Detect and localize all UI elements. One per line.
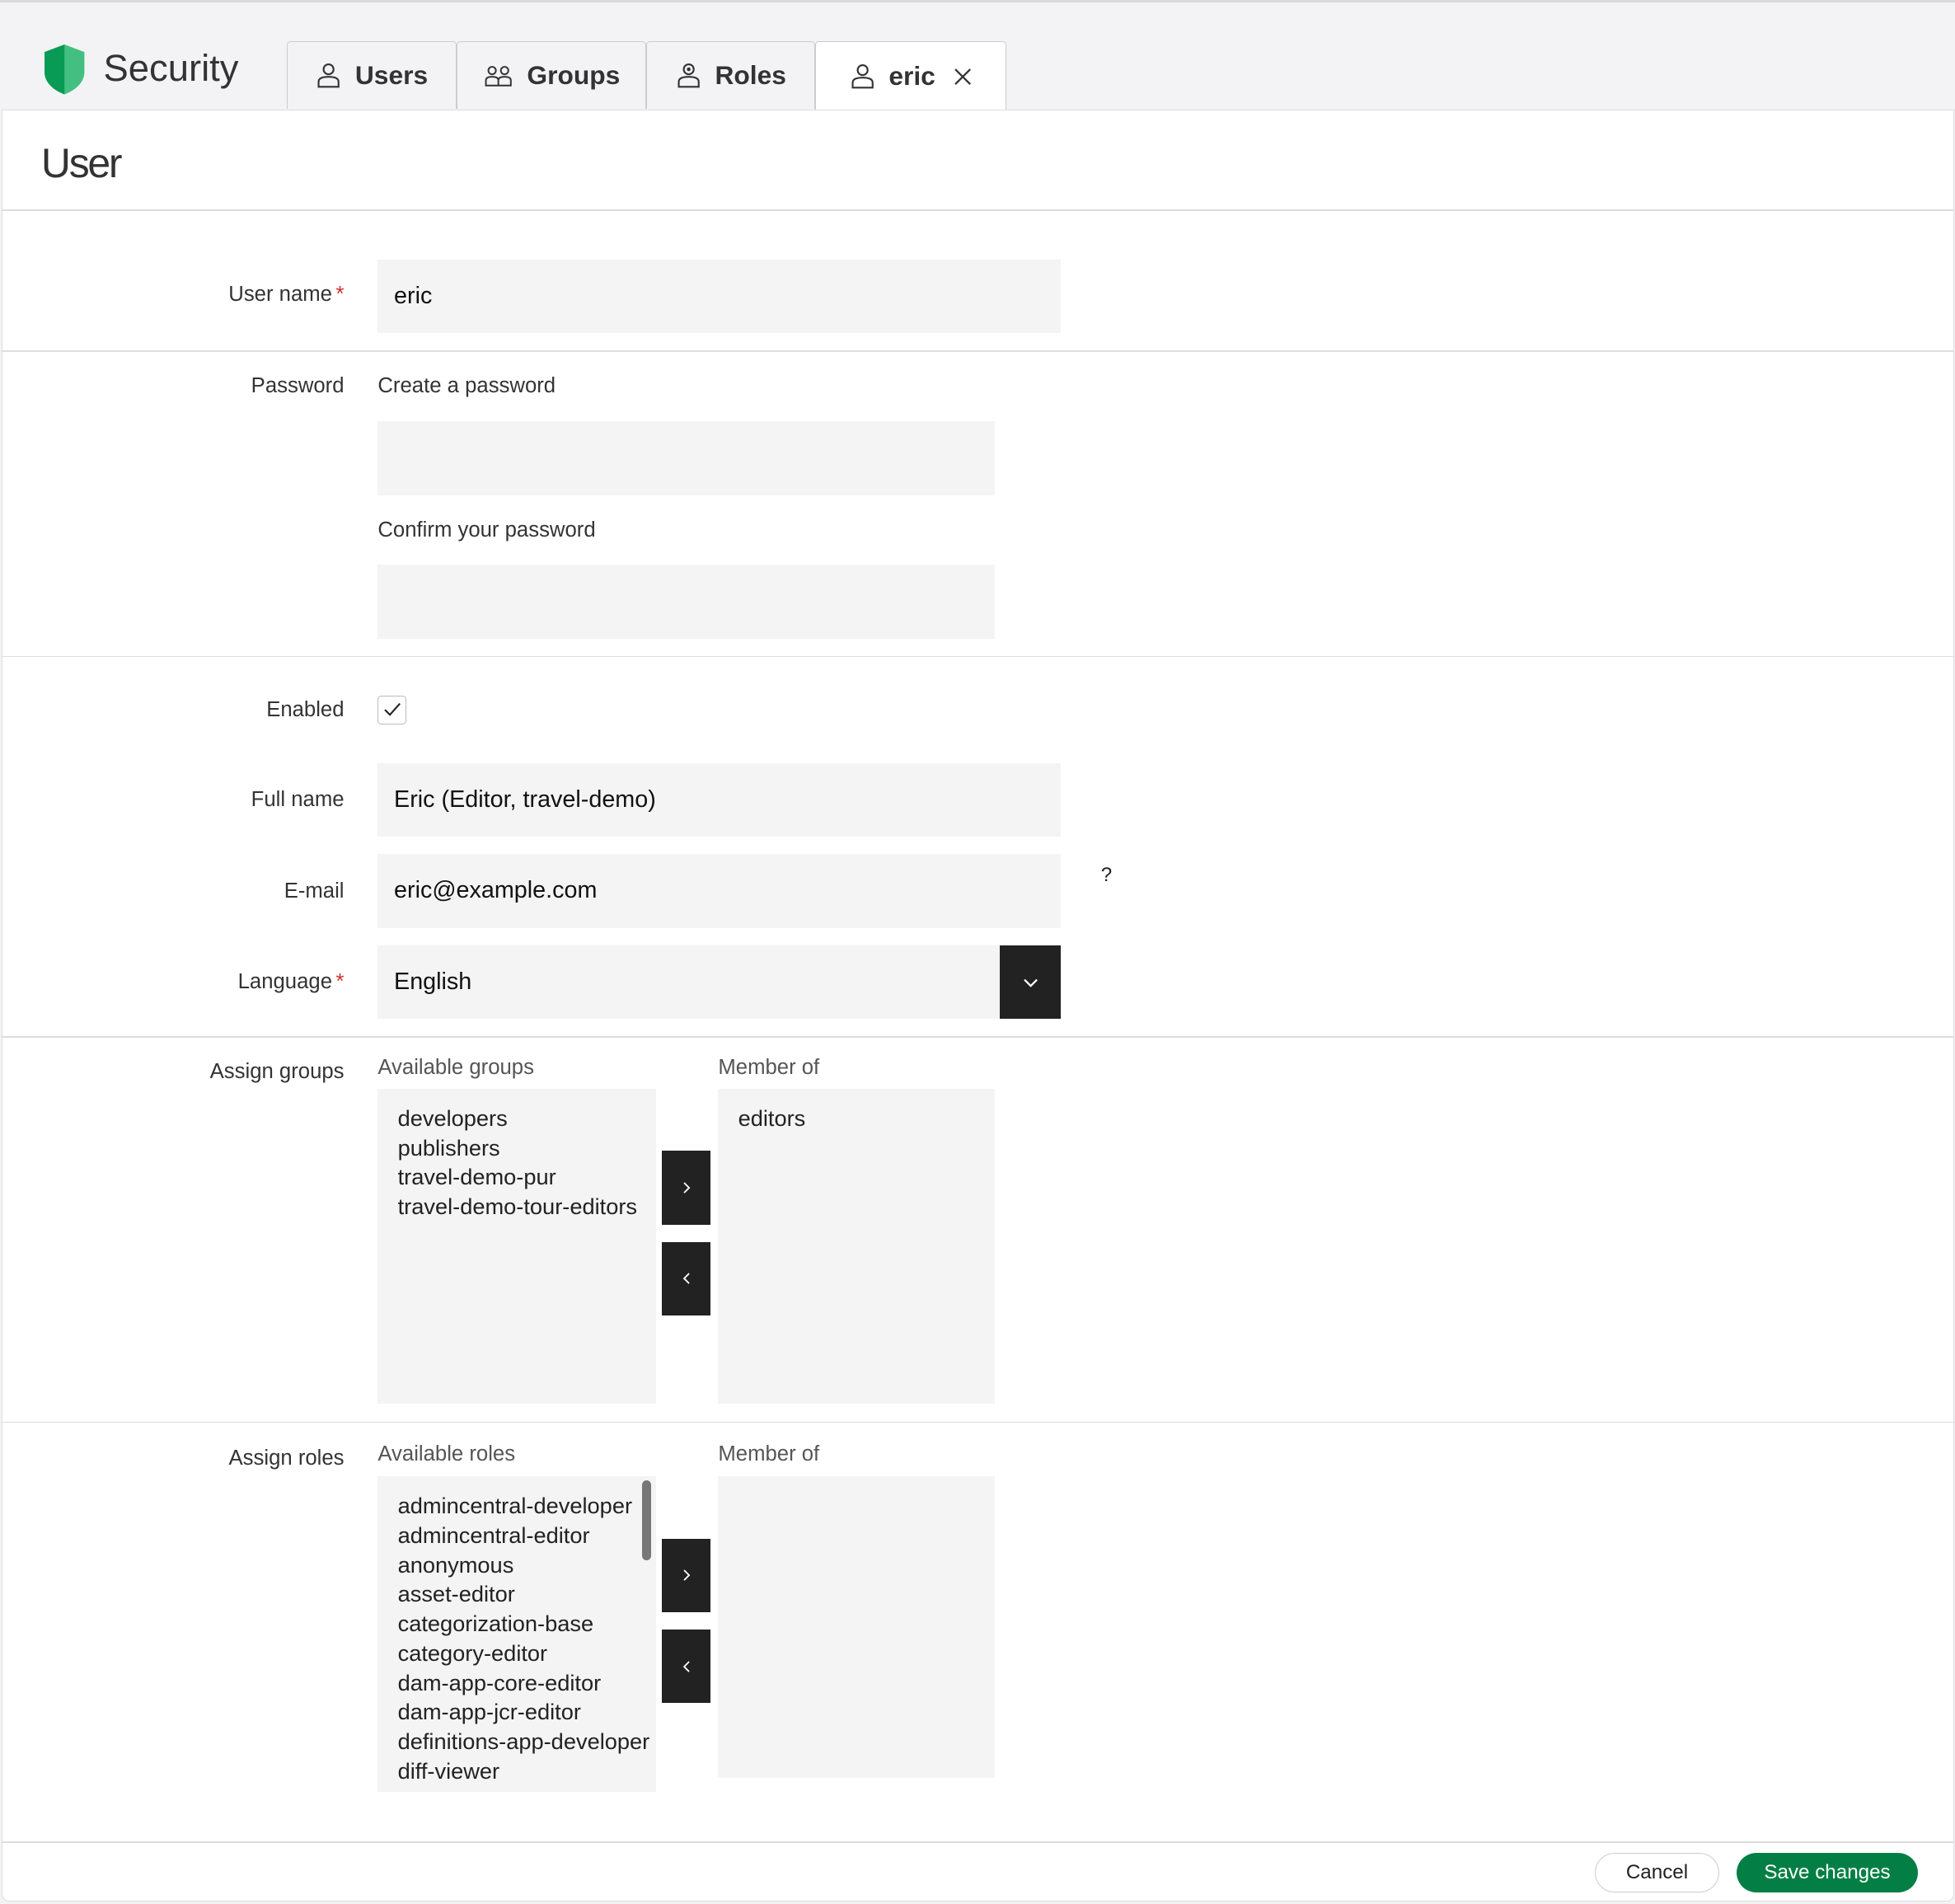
list-item[interactable]: travel-demo-pur [398,1162,656,1192]
password-label: Password [251,373,345,397]
security-app: Security Users Groups Roles eric User Us… [0,0,1955,1904]
list-item[interactable]: editors [738,1104,996,1133]
list-item[interactable]: dam-app-core-editor [398,1668,656,1698]
email-help-icon[interactable]: ? [1101,864,1112,887]
fullname-label: Full name [251,788,345,812]
user-icon [851,64,874,89]
chevron-right-icon [683,1182,691,1194]
confirm-password-input[interactable] [377,565,996,639]
tab-label: Groups [527,59,621,90]
list-item[interactable]: travel-demo-tour-editors [398,1192,656,1222]
confirm-password-label: Confirm your password [377,518,596,542]
language-dropdown-button[interactable] [1000,945,1062,1019]
divider [1,350,1954,352]
tab-groups[interactable]: Groups [456,40,646,109]
available-groups-list[interactable]: developers publishers travel-demo-pur trave… [377,1088,656,1405]
list-item[interactable]: asset-editor [398,1579,656,1609]
list-item[interactable]: category-editor [398,1639,656,1668]
remove-role-button[interactable] [662,1630,711,1704]
username-input[interactable]: eric [377,259,1062,333]
available-roles-label: Available roles [377,1442,516,1466]
language-select[interactable]: English [377,945,1001,1019]
chevron-down-icon [1023,978,1038,987]
tab-roles[interactable]: Roles [645,40,816,109]
member-roles-list[interactable] [718,1476,996,1779]
available-roles-list[interactable]: admincentral-developer admincentral-edito… [377,1476,656,1792]
page-title: User [40,140,123,187]
list-item[interactable]: publishers [398,1133,656,1163]
divider [1,1036,1954,1038]
language-label: Language * [237,969,345,993]
list-item[interactable]: diff-viewer [398,1756,656,1786]
window-top-border [0,0,1955,3]
username-label: User name * [228,283,345,307]
divider [1,1421,1954,1423]
list-item[interactable]: definitions-app-developer [398,1727,656,1756]
roles-scrollbar[interactable] [642,1480,651,1560]
member-groups-list[interactable]: editors [718,1088,996,1405]
chevron-right-icon [683,1569,691,1582]
member-groups-label: Member of [718,1056,820,1080]
remove-group-button[interactable] [662,1241,711,1315]
close-icon[interactable] [953,67,973,87]
user-icon [317,63,340,87]
tab-eric[interactable]: eric [815,40,1006,111]
list-item[interactable]: admincentral-editor [398,1521,656,1550]
member-roles-label: Member of [718,1442,820,1466]
checkmark-icon [383,703,401,717]
list-item[interactable]: admincentral-developer [398,1491,656,1521]
group-icon [485,65,512,87]
role-icon [677,63,700,87]
fullname-input[interactable]: Eric (Editor, travel-demo) [377,762,1062,837]
divider [1,209,1954,211]
assign-groups-label: Assign groups [209,1059,345,1083]
available-groups-label: Available groups [377,1056,534,1080]
password-input[interactable] [377,421,996,495]
list-item[interactable]: categorization-base [398,1609,656,1639]
enabled-checkbox[interactable] [377,696,407,725]
cancel-button[interactable]: Cancel [1594,1853,1720,1893]
list-item[interactable]: developers [398,1104,656,1133]
divider [1,655,1954,658]
email-label: E-mail [284,879,345,903]
assign-roles-label: Assign roles [228,1446,345,1470]
tab-label: Roles [715,59,786,90]
create-password-label: Create a password [377,373,556,397]
shield-logo-icon [45,45,85,95]
tab-label: eric [888,61,935,91]
app-title: Security [103,47,239,90]
list-item[interactable]: anonymous [398,1550,656,1580]
add-role-button[interactable] [662,1538,711,1613]
email-input[interactable]: eric@example.com [377,854,1062,928]
save-changes-button[interactable]: Save changes [1737,1853,1918,1893]
enabled-label: Enabled [266,698,345,722]
chevron-left-icon [682,1661,690,1672]
chevron-left-icon [682,1273,690,1285]
add-group-button[interactable] [662,1151,711,1225]
footer-divider [1,1841,1954,1843]
tab-users[interactable]: Users [286,40,457,109]
list-item[interactable]: dam-app-jcr-editor [398,1697,656,1727]
tab-label: Users [354,59,429,90]
